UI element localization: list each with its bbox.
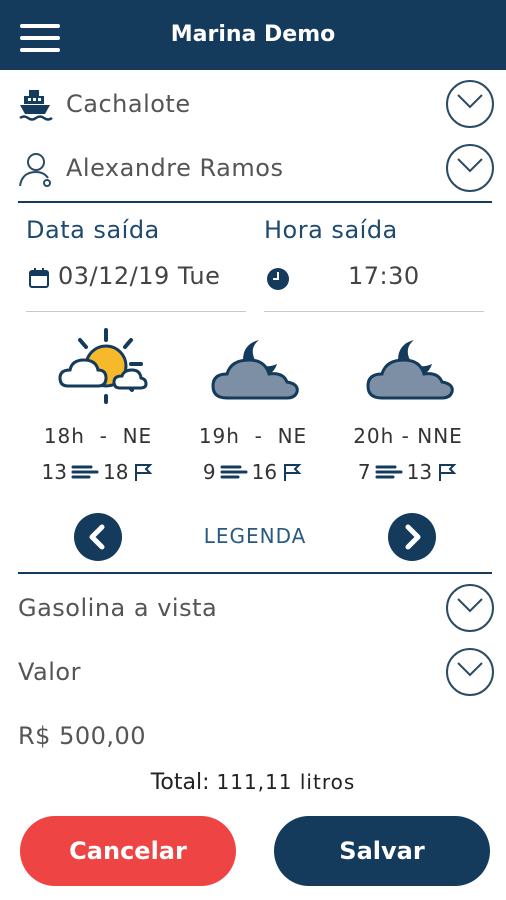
- wind-icon: [220, 465, 248, 479]
- forecast-wind-detail: 9 16: [183, 460, 323, 484]
- gust-value: 13: [406, 460, 433, 484]
- gust-value: 18: [103, 460, 129, 484]
- forecast-wind-detail: 13 18: [28, 460, 168, 484]
- previous-forecast-button[interactable]: [74, 513, 122, 561]
- forecast-wind-detail: 7 13: [338, 460, 478, 484]
- calendar-icon: [28, 267, 50, 293]
- legend-link[interactable]: LEGENDA: [180, 524, 330, 548]
- gust-flag-icon: [135, 464, 153, 481]
- user-icon: [18, 152, 56, 188]
- clock-icon: [266, 267, 290, 295]
- cancel-button[interactable]: Cancelar: [20, 816, 236, 886]
- moon-cloud-icon: [366, 340, 454, 400]
- vessel-name: Cachalote: [66, 90, 191, 118]
- wind-speed-value: 13: [41, 460, 67, 484]
- time-underline: [264, 311, 484, 312]
- date-underline: [26, 311, 246, 312]
- sun-cloud-icon: [58, 328, 148, 404]
- vessel-dropdown-chevron-icon[interactable]: [446, 80, 494, 128]
- moon-cloud-icon: [211, 340, 299, 400]
- departure-date-value: 03/12/19 Tue: [58, 262, 221, 290]
- value-chevron-icon[interactable]: [446, 648, 494, 696]
- fuel-type-chevron-icon[interactable]: [446, 584, 494, 632]
- save-button[interactable]: Salvar: [274, 816, 490, 886]
- total-summary: Total: 111,11 litros: [0, 770, 506, 795]
- next-forecast-button[interactable]: [388, 513, 436, 561]
- forecast-time-direction: 20h - NNE: [353, 424, 463, 448]
- section-divider: [18, 572, 492, 574]
- boat-icon: [18, 88, 56, 124]
- chevron-left-icon: [89, 524, 105, 550]
- skipper-name: Alexandre Ramos: [66, 154, 284, 182]
- forecast-time-direction: 18h - NE: [43, 424, 153, 448]
- departure-date-field[interactable]: 03/12/19 Tue: [26, 262, 246, 312]
- vessel-selector[interactable]: Cachalote: [18, 76, 494, 132]
- departure-time-field[interactable]: 17:30: [264, 262, 484, 312]
- skipper-dropdown-chevron-icon[interactable]: [446, 144, 494, 192]
- chevron-right-icon: [405, 524, 421, 550]
- app-header: Marina Demo: [0, 0, 506, 70]
- forecast-time-direction: 19h - NE: [198, 424, 308, 448]
- weather-forecast-item: 20h - NNE 7 13: [338, 326, 478, 484]
- weather-forecast-item: 19h - NE 9 16: [183, 326, 323, 484]
- gust-flag-icon: [284, 464, 302, 481]
- wind-speed-value: 9: [202, 460, 216, 484]
- gust-value: 16: [251, 460, 278, 484]
- wind-speed-value: 7: [357, 460, 371, 484]
- section-divider: [18, 201, 492, 203]
- page-title: Marina Demo: [170, 22, 336, 47]
- wind-icon: [375, 465, 403, 479]
- fuel-type-selector[interactable]: Gasolina a vista: [18, 580, 494, 636]
- wind-icon: [71, 465, 99, 479]
- departure-time-label: Hora saída: [264, 216, 398, 244]
- amount-field[interactable]: R$ 500,00: [18, 722, 146, 750]
- departure-date-label: Data saída: [26, 216, 160, 244]
- skipper-selector[interactable]: Alexandre Ramos: [18, 140, 494, 196]
- total-value: 111,11 litros: [216, 770, 356, 794]
- gust-flag-icon: [439, 464, 457, 481]
- weather-forecast-item: 18h - NE 13 18: [28, 326, 168, 484]
- departure-time-value: 17:30: [348, 262, 420, 290]
- value-label: Valor: [18, 658, 81, 686]
- value-selector[interactable]: Valor: [18, 644, 494, 700]
- total-label: Total:: [150, 770, 210, 795]
- fuel-type-value: Gasolina a vista: [18, 594, 218, 622]
